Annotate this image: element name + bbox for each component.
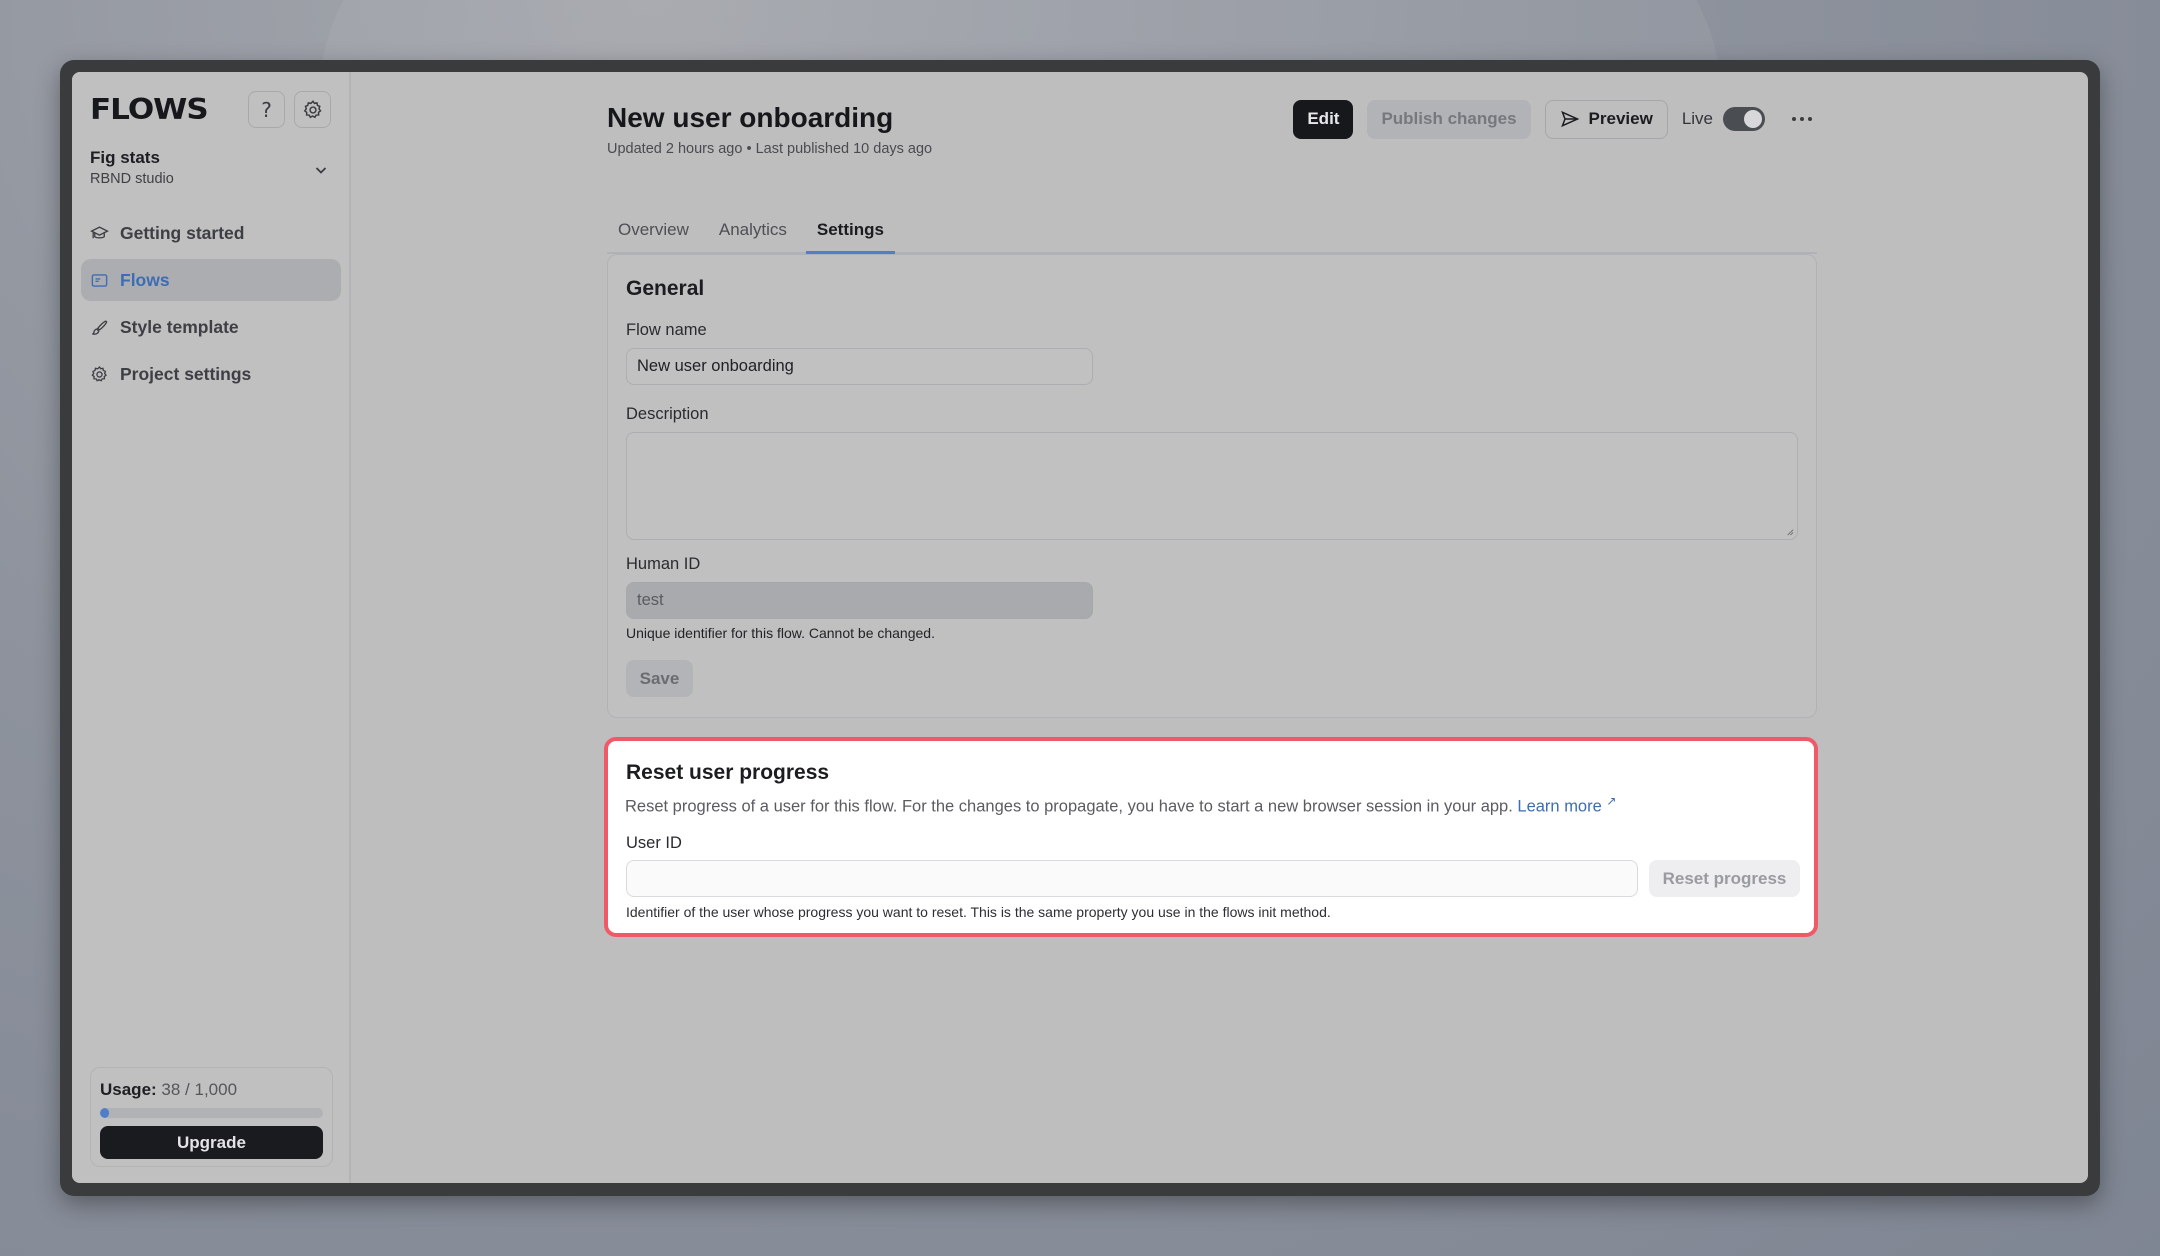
description-label: Description [626,405,709,423]
tab-settings[interactable]: Settings [805,215,895,254]
preview-button[interactable]: Preview [1544,99,1668,139]
more-options-button[interactable] [1787,117,1817,121]
ellipsis-dot [1792,117,1796,121]
send-icon [1560,110,1579,128]
page-title: New user onboarding [607,102,894,133]
tab-analytics[interactable]: Analytics [708,215,798,254]
ellipsis-dot [1808,117,1812,121]
edit-button[interactable]: Edit [1293,99,1354,139]
human-id-hint: Unique identifier for this flow. Cannot … [626,625,935,641]
reset-heading: Reset user progress [626,761,830,784]
toggle-knob [1744,110,1762,128]
sidebar-item-label: Style template [120,316,239,337]
reset-description-text: Reset progress of a user for this flow. … [625,797,1513,816]
sidebar-item-style-template[interactable]: Style template [81,306,341,348]
upgrade-button[interactable]: Upgrade [100,1126,323,1159]
app-window: FLOWS ? Fig stats RBND studio Getting st… [72,72,2088,1183]
usage-progress-fill [100,1108,109,1118]
resize-handle-icon[interactable] [1785,527,1794,536]
flows-logo[interactable]: FLOWS [90,93,209,126]
description-textarea[interactable] [626,432,1798,540]
general-heading: General [626,277,705,300]
reset-description: Reset progress of a user for this flow. … [625,794,1616,817]
general-settings-card: General Flow name New user onboarding De… [607,254,1817,718]
flows-icon [91,273,108,287]
organization-name: RBND studio [90,171,174,187]
usage-value: 38 / 1,000 [161,1080,238,1099]
sidebar-item-getting-started[interactable]: Getting started [81,212,341,254]
brush-icon [92,319,108,335]
page-subtitle: Updated 2 hours ago • Last published 10 … [607,141,933,157]
ellipsis-dot [1800,117,1804,121]
learn-more-link[interactable]: Learn more [1517,798,1601,816]
project-name: Fig stats [90,148,160,167]
question-mark-icon: ? [261,97,272,122]
sidebar-item-label: Flows [120,269,170,290]
gear-icon [303,99,322,118]
usage-progress-bar [100,1108,323,1118]
user-id-hint: Identifier of the user whose progress yo… [626,904,1331,920]
reset-progress-button[interactable]: Reset progress [1649,860,1800,897]
live-toggle[interactable] [1723,107,1765,131]
usage-card: Usage: 38 / 1,000 Upgrade [90,1067,333,1167]
header-actions: Edit Publish changes Preview Live [1293,99,1817,139]
project-switcher[interactable]: Fig stats RBND studio [90,148,333,187]
flow-name-label: Flow name [626,321,707,339]
gear-icon [91,365,107,382]
sidebar-item-label: Getting started [120,222,245,243]
publish-changes-button[interactable]: Publish changes [1367,99,1531,139]
live-toggle-group: Live [1682,107,1765,131]
live-label: Live [1681,109,1713,128]
human-id-label: Human ID [626,555,701,573]
graduation-cap-icon [90,225,109,239]
settings-button[interactable] [294,91,331,128]
human-id-input: test [626,582,1093,619]
reset-user-progress-card: Reset user progress Reset progress of a … [604,737,1818,937]
usage-title: Usage: [100,1080,157,1099]
save-button[interactable]: Save [626,660,693,697]
chevron-down-icon [315,167,327,174]
tab-overview[interactable]: Overview [607,215,700,254]
user-id-label: User ID [626,834,682,852]
user-id-input[interactable] [626,860,1638,897]
preview-label: Preview [1588,109,1653,128]
sidebar-item-label: Project settings [120,363,252,384]
sidebar-item-flows[interactable]: Flows [81,259,341,301]
flow-name-input[interactable]: New user onboarding [626,348,1093,385]
usage-label: Usage: 38 / 1,000 [100,1080,323,1100]
sidebar: FLOWS ? Fig stats RBND studio Getting st… [72,72,351,1183]
tab-bar: Overview Analytics Settings [607,215,1817,254]
help-button[interactable]: ? [248,91,285,128]
external-link-icon: ↗ [1606,794,1617,808]
sidebar-nav: Getting started Flows Style template Pro… [81,212,341,400]
sidebar-item-project-settings[interactable]: Project settings [81,353,341,395]
